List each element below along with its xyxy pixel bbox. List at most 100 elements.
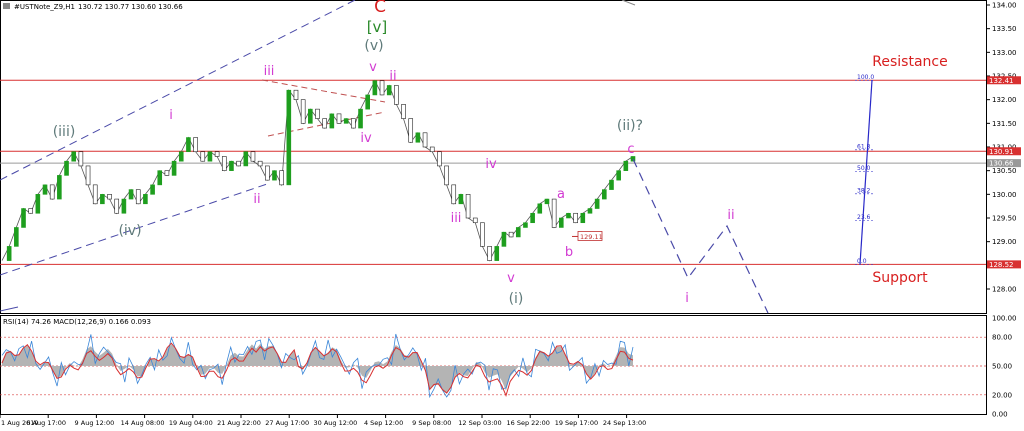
- x-tick-label: 14 Aug 08:00: [121, 419, 165, 427]
- minor-iii-label-top: iii: [264, 64, 275, 79]
- price-candle: [501, 231, 507, 247]
- price-candle: [372, 80, 378, 96]
- price-candle: [487, 246, 492, 261]
- price-candle: [544, 198, 550, 205]
- wave-v-bracket-label: [v]: [367, 18, 388, 36]
- price-candle: [135, 189, 141, 205]
- minor-c-label: c: [627, 142, 634, 157]
- price-candle: [257, 160, 263, 167]
- chart-window: 100.0 61.8 50.0 38.2 23.6 0.0 100.00 80.00 50.0…: [0, 0, 1024, 431]
- price-candle: [229, 160, 234, 171]
- y-tick-label: 133.00: [992, 49, 1017, 57]
- price-candle: [465, 194, 471, 219]
- level-tag-label: 130.66: [989, 160, 1014, 168]
- y-tick-label: 128.00: [992, 286, 1017, 294]
- price-candle: [157, 170, 163, 186]
- price-candle: [336, 113, 342, 124]
- level-tag-label: 132.41: [989, 77, 1014, 85]
- y-tick-label: 131.50: [992, 120, 1017, 128]
- price-candle: [236, 160, 241, 167]
- wave-v-paren-label: (v): [364, 38, 383, 54]
- price-candle: [164, 170, 170, 176]
- price-candle: [343, 118, 349, 124]
- indicator-axis-label: 80.00: [992, 334, 1012, 342]
- price-candle: [121, 198, 127, 214]
- wave-ii-paren-label: (ii)?: [617, 118, 643, 134]
- price-candle: [415, 132, 421, 143]
- price-candle: [286, 89, 292, 186]
- price-candle: [171, 160, 177, 176]
- minor-ii-label-left: ii: [253, 192, 260, 207]
- price-candle: [57, 175, 62, 200]
- price-candle: [580, 212, 586, 224]
- price-line: [1, 79, 634, 262]
- indicator-axis-label: 0.00: [992, 411, 1008, 419]
- x-tick-label: 6 Aug 17:00: [26, 419, 66, 427]
- fib-level-label: 61.8: [857, 143, 871, 150]
- price-candle: [14, 227, 19, 247]
- fib-level-label: 100.0: [857, 74, 874, 81]
- price-candle: [429, 146, 435, 153]
- y-tick-label: 129.50: [992, 215, 1017, 223]
- wave-iii-paren-label: (iii): [53, 124, 76, 140]
- indicator-axis-label: 50.00: [992, 363, 1012, 371]
- header-ohlc: 130.72 130.77 130.60 130.66: [78, 3, 183, 11]
- price-candle: [594, 198, 600, 209]
- y-tick-label: 130.50: [992, 167, 1017, 175]
- minor-ii-label-top: ii: [389, 69, 396, 84]
- price-candle: [207, 151, 213, 162]
- price-candle: [515, 227, 521, 238]
- price-candle: [114, 198, 120, 214]
- price-candle: [265, 165, 270, 181]
- fib-level-label: 38.2: [857, 187, 871, 194]
- minor-iv-label-top: iv: [360, 131, 372, 146]
- price-candle: [408, 118, 414, 143]
- minor-v-label: v: [507, 271, 515, 286]
- price-candle: [437, 151, 442, 167]
- price-candle: [214, 151, 220, 157]
- price-candle: [358, 108, 363, 129]
- price-candle: [178, 151, 184, 162]
- x-tick-label: 30 Aug 12:00: [313, 419, 357, 427]
- price-candle: [494, 246, 500, 261]
- price-candle: [587, 208, 593, 214]
- price-candle: [85, 165, 91, 186]
- y-tick-label: 130.00: [992, 191, 1017, 199]
- y-tick-label: 133.50: [992, 25, 1017, 33]
- wave-iv-paren-label: (iv): [118, 223, 141, 239]
- price-candle: [573, 212, 578, 224]
- price-candle: [480, 222, 485, 247]
- price-candle: [293, 89, 299, 100]
- price-candle: [616, 170, 621, 181]
- price-candle: [21, 208, 26, 228]
- price-candle: [92, 184, 98, 205]
- price-candle: [315, 108, 320, 119]
- x-tick-label: 12 Sep 03:00: [458, 419, 501, 427]
- price-candle: [100, 194, 105, 205]
- indicator-axis-label: 20.00: [992, 391, 1012, 399]
- price-candle: [42, 184, 48, 195]
- price-candle: [558, 217, 564, 228]
- price-candle: [609, 179, 614, 190]
- price-candle: [379, 80, 385, 96]
- price-candle: [537, 203, 543, 214]
- minor-iii-label: iii: [451, 211, 462, 226]
- price-candle: [458, 194, 464, 205]
- price-candle: [6, 246, 12, 261]
- channel-upper-line: [0, 0, 356, 181]
- minor-i-label: i: [169, 108, 173, 123]
- minor-iv-label: iv: [485, 157, 497, 172]
- price-candle: [150, 184, 155, 195]
- price-chart-svg[interactable]: 100.0 61.8 50.0 38.2 23.6 0.0 100.00 80.00 50.0…: [0, 0, 1024, 431]
- wave-i-paren-label: (i): [509, 291, 524, 307]
- price-candle: [551, 198, 557, 228]
- fib-base-line: [859, 80, 873, 265]
- price-candle: [243, 151, 249, 167]
- header-icon: [3, 3, 10, 9]
- price-candle: [508, 231, 514, 238]
- header-symbol: #USTNote_Z9,H1: [14, 3, 75, 11]
- price-candle: [71, 151, 77, 162]
- level-tag-label: 130.91: [989, 148, 1014, 156]
- price-candle: [64, 160, 69, 176]
- indicator-axis-label: 100.00: [992, 315, 1017, 323]
